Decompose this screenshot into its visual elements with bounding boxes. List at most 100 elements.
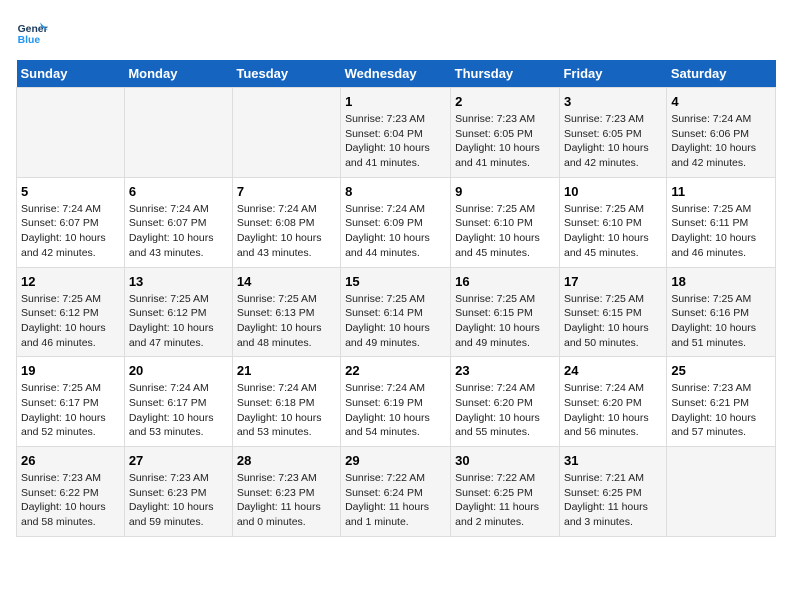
calendar-cell: 7 Sunrise: 7:24 AM Sunset: 6:08 PM Daylig… <box>232 177 340 267</box>
calendar-cell: 30Sunrise: 7:22 AM Sunset: 6:25 PM Dayli… <box>451 447 560 537</box>
day-number: 27 <box>129 453 228 468</box>
calendar-cell <box>232 88 340 178</box>
calendar-cell: 2 Sunrise: 7:23 AM Sunset: 6:05 PM Daylig… <box>451 88 560 178</box>
calendar-cell: 22Sunrise: 7:24 AM Sunset: 6:19 PM Dayli… <box>341 357 451 447</box>
day-info: Sunrise: 7:23 AM Sunset: 6:23 PM Dayligh… <box>129 471 228 530</box>
calendar-table: SundayMondayTuesdayWednesdayThursdayFrid… <box>16 60 776 537</box>
day-number: 21 <box>237 363 336 378</box>
calendar-cell: 20Sunrise: 7:24 AM Sunset: 6:17 PM Dayli… <box>124 357 232 447</box>
day-info: Sunrise: 7:25 AM Sunset: 6:10 PM Dayligh… <box>564 202 662 261</box>
calendar-cell: 29 Sunrise: 7:22 AM Sunset: 6:24 PM Dayli… <box>341 447 451 537</box>
day-info: Sunrise: 7:21 AM Sunset: 6:25 PM Dayligh… <box>564 471 662 530</box>
week-row-3: 12 Sunrise: 7:25 AM Sunset: 6:12 PM Dayli… <box>17 267 776 357</box>
calendar-cell: 3 Sunrise: 7:23 AM Sunset: 6:05 PM Daylig… <box>559 88 666 178</box>
week-row-4: 19 Sunrise: 7:25 AM Sunset: 6:17 PM Dayli… <box>17 357 776 447</box>
day-info: Sunrise: 7:22 AM Sunset: 6:24 PM Dayligh… <box>345 471 446 530</box>
day-number: 11 <box>671 184 771 199</box>
calendar-cell: 1 Sunrise: 7:23 AM Sunset: 6:04 PM Daylig… <box>341 88 451 178</box>
calendar-cell: 19 Sunrise: 7:25 AM Sunset: 6:17 PM Dayli… <box>17 357 125 447</box>
day-info: Sunrise: 7:24 AM Sunset: 6:18 PM Dayligh… <box>237 381 336 440</box>
column-header-thursday: Thursday <box>451 60 560 88</box>
calendar-cell: 13Sunrise: 7:25 AM Sunset: 6:12 PM Dayli… <box>124 267 232 357</box>
calendar-cell: 24Sunrise: 7:24 AM Sunset: 6:20 PM Dayli… <box>559 357 666 447</box>
day-info: Sunrise: 7:24 AM Sunset: 6:20 PM Dayligh… <box>455 381 555 440</box>
day-number: 12 <box>21 274 120 289</box>
day-number: 25 <box>671 363 771 378</box>
calendar-cell: 11 Sunrise: 7:25 AM Sunset: 6:11 PM Dayli… <box>667 177 776 267</box>
calendar-cell: 21 Sunrise: 7:24 AM Sunset: 6:18 PM Dayli… <box>232 357 340 447</box>
calendar-cell: 18 Sunrise: 7:25 AM Sunset: 6:16 PM Dayli… <box>667 267 776 357</box>
svg-text:General: General <box>18 24 48 35</box>
day-number: 18 <box>671 274 771 289</box>
day-info: Sunrise: 7:23 AM Sunset: 6:05 PM Dayligh… <box>564 112 662 171</box>
day-number: 23 <box>455 363 555 378</box>
day-number: 5 <box>21 184 120 199</box>
day-number: 2 <box>455 94 555 109</box>
day-number: 1 <box>345 94 446 109</box>
calendar-cell: 6 Sunrise: 7:24 AM Sunset: 6:07 PM Daylig… <box>124 177 232 267</box>
calendar-cell <box>17 88 125 178</box>
day-number: 17 <box>564 274 662 289</box>
column-header-monday: Monday <box>124 60 232 88</box>
calendar-cell: 28 Sunrise: 7:23 AM Sunset: 6:23 PM Dayli… <box>232 447 340 537</box>
day-info: Sunrise: 7:24 AM Sunset: 6:06 PM Dayligh… <box>671 112 771 171</box>
day-number: 3 <box>564 94 662 109</box>
logo-icon: General Blue <box>16 16 48 48</box>
day-number: 14 <box>237 274 336 289</box>
calendar-cell: 17 Sunrise: 7:25 AM Sunset: 6:15 PM Dayli… <box>559 267 666 357</box>
column-header-saturday: Saturday <box>667 60 776 88</box>
day-number: 15 <box>345 274 446 289</box>
day-info: Sunrise: 7:24 AM Sunset: 6:07 PM Dayligh… <box>129 202 228 261</box>
day-info: Sunrise: 7:24 AM Sunset: 6:09 PM Dayligh… <box>345 202 446 261</box>
day-number: 31 <box>564 453 662 468</box>
day-info: Sunrise: 7:23 AM Sunset: 6:04 PM Dayligh… <box>345 112 446 171</box>
calendar-cell: 27 Sunrise: 7:23 AM Sunset: 6:23 PM Dayli… <box>124 447 232 537</box>
day-info: Sunrise: 7:25 AM Sunset: 6:16 PM Dayligh… <box>671 292 771 351</box>
day-info: Sunrise: 7:25 AM Sunset: 6:14 PM Dayligh… <box>345 292 446 351</box>
column-header-tuesday: Tuesday <box>232 60 340 88</box>
calendar-cell: 12 Sunrise: 7:25 AM Sunset: 6:12 PM Dayli… <box>17 267 125 357</box>
day-info: Sunrise: 7:23 AM Sunset: 6:21 PM Dayligh… <box>671 381 771 440</box>
day-number: 28 <box>237 453 336 468</box>
day-number: 4 <box>671 94 771 109</box>
day-info: Sunrise: 7:25 AM Sunset: 6:11 PM Dayligh… <box>671 202 771 261</box>
week-row-5: 26 Sunrise: 7:23 AM Sunset: 6:22 PM Dayli… <box>17 447 776 537</box>
svg-text:Blue: Blue <box>18 35 41 46</box>
day-info: Sunrise: 7:23 AM Sunset: 6:23 PM Dayligh… <box>237 471 336 530</box>
calendar-cell: 8 Sunrise: 7:24 AM Sunset: 6:09 PM Daylig… <box>341 177 451 267</box>
day-info: Sunrise: 7:23 AM Sunset: 6:22 PM Dayligh… <box>21 471 120 530</box>
logo: General Blue <box>16 16 48 48</box>
calendar-cell <box>124 88 232 178</box>
day-number: 16 <box>455 274 555 289</box>
day-info: Sunrise: 7:25 AM Sunset: 6:12 PM Dayligh… <box>21 292 120 351</box>
day-info: Sunrise: 7:23 AM Sunset: 6:05 PM Dayligh… <box>455 112 555 171</box>
day-number: 24 <box>564 363 662 378</box>
calendar-cell: 5 Sunrise: 7:24 AM Sunset: 6:07 PM Daylig… <box>17 177 125 267</box>
day-number: 8 <box>345 184 446 199</box>
day-number: 22 <box>345 363 446 378</box>
day-info: Sunrise: 7:25 AM Sunset: 6:15 PM Dayligh… <box>564 292 662 351</box>
calendar-header-row: SundayMondayTuesdayWednesdayThursdayFrid… <box>17 60 776 88</box>
calendar-cell: 9 Sunrise: 7:25 AM Sunset: 6:10 PM Daylig… <box>451 177 560 267</box>
day-info: Sunrise: 7:24 AM Sunset: 6:07 PM Dayligh… <box>21 202 120 261</box>
day-number: 19 <box>21 363 120 378</box>
column-header-friday: Friday <box>559 60 666 88</box>
calendar-cell: 16Sunrise: 7:25 AM Sunset: 6:15 PM Dayli… <box>451 267 560 357</box>
day-number: 10 <box>564 184 662 199</box>
day-number: 29 <box>345 453 446 468</box>
calendar-cell: 15 Sunrise: 7:25 AM Sunset: 6:14 PM Dayli… <box>341 267 451 357</box>
day-info: Sunrise: 7:22 AM Sunset: 6:25 PM Dayligh… <box>455 471 555 530</box>
calendar-cell: 26 Sunrise: 7:23 AM Sunset: 6:22 PM Dayli… <box>17 447 125 537</box>
day-number: 6 <box>129 184 228 199</box>
day-info: Sunrise: 7:25 AM Sunset: 6:17 PM Dayligh… <box>21 381 120 440</box>
day-number: 7 <box>237 184 336 199</box>
day-number: 26 <box>21 453 120 468</box>
column-header-sunday: Sunday <box>17 60 125 88</box>
calendar-cell <box>667 447 776 537</box>
day-info: Sunrise: 7:25 AM Sunset: 6:10 PM Dayligh… <box>455 202 555 261</box>
calendar-cell: 10 Sunrise: 7:25 AM Sunset: 6:10 PM Dayli… <box>559 177 666 267</box>
day-info: Sunrise: 7:24 AM Sunset: 6:08 PM Dayligh… <box>237 202 336 261</box>
page-header: General Blue <box>16 16 776 48</box>
week-row-1: 1 Sunrise: 7:23 AM Sunset: 6:04 PM Daylig… <box>17 88 776 178</box>
day-number: 9 <box>455 184 555 199</box>
